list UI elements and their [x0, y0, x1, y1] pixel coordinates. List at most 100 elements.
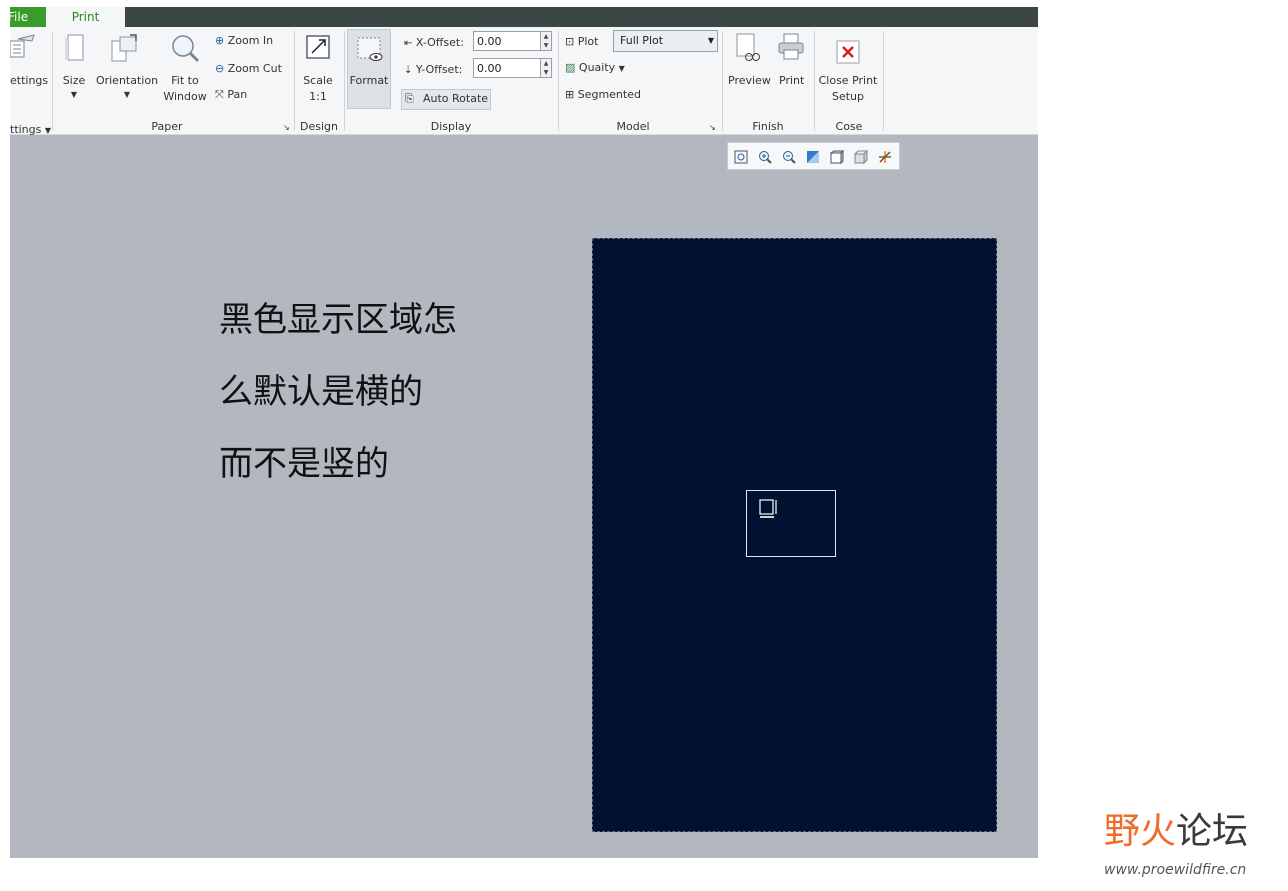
- fit-label-1: Fit to: [171, 74, 199, 87]
- model-group-launcher-icon[interactable]: ↘: [709, 120, 716, 136]
- annotation-text: 黑色显示区域怎 么默认是横的 而不是竖的: [219, 284, 457, 500]
- dropdown-arrow-icon: ▼: [44, 126, 52, 135]
- scale-icon[interactable]: [306, 33, 332, 65]
- annotation-line-2: 么默认是横的: [219, 372, 423, 412]
- separator: [344, 31, 345, 131]
- plot-text: Plot: [577, 35, 599, 48]
- separator: [814, 31, 815, 131]
- named-views-icon[interactable]: [853, 149, 869, 165]
- fit-to-window-button[interactable]: Fit to Window: [160, 73, 210, 105]
- view-toolbar: [727, 142, 900, 170]
- x-offset-icon: ⇤: [404, 38, 413, 49]
- quality-button[interactable]: ▨ Quaity ▼: [565, 60, 625, 77]
- watermark: 野火论坛 www.proewildfire.cn: [1100, 806, 1288, 886]
- size-dropdown-icon: ▼: [70, 90, 78, 99]
- auto-rotate-label: Auto Rotate: [423, 92, 489, 105]
- separator: [294, 31, 295, 131]
- close-icon[interactable]: [836, 40, 860, 68]
- zoom-in-icon[interactable]: [758, 149, 772, 164]
- format-icon: [356, 36, 384, 68]
- plot-select-value: Full Plot: [620, 34, 664, 47]
- design-group-label: Design: [300, 120, 338, 133]
- separator: [558, 31, 559, 131]
- x-offset-spinner[interactable]: ▲ ▼: [540, 31, 552, 51]
- paper-size-icon[interactable]: [64, 33, 86, 67]
- zoom-in-icon: ⊕: [215, 34, 225, 47]
- preview-label[interactable]: Preview: [728, 73, 771, 89]
- spin-center-icon[interactable]: [878, 149, 892, 163]
- close-group-label: Cose: [835, 120, 863, 133]
- zoom-out-icon[interactable]: [782, 149, 796, 164]
- plot-label: ⊡ Plot: [565, 34, 598, 50]
- quality-label: Quaity: [578, 61, 616, 74]
- auto-rotate-button[interactable]: ⎘ Auto Rotate: [401, 89, 491, 110]
- tab-print[interactable]: Print: [46, 7, 125, 27]
- zoom-out-button[interactable]: ⊖ Zoom Cut: [215, 61, 282, 77]
- auto-rotate-icon: ⎘: [405, 92, 414, 105]
- orientation-dropdown-icon: ▼: [123, 90, 131, 99]
- model-extent-box: [746, 490, 836, 557]
- paper-group-label: Paper: [151, 120, 183, 133]
- segmented-label: Segmented: [577, 88, 641, 101]
- y-offset-input[interactable]: 0.00: [473, 58, 541, 78]
- orientation-icon[interactable]: [110, 33, 140, 67]
- ribbon: ettings ttings ▼ Size ▼ Orientation ▼ Fi…: [10, 27, 1038, 136]
- format-button[interactable]: Format: [347, 29, 391, 109]
- size-button[interactable]: Size ▼: [60, 73, 88, 101]
- scale-button[interactable]: Scale 1:1: [298, 73, 338, 105]
- scale-label-2: 1:1: [309, 90, 327, 103]
- close-print-setup-button[interactable]: Close Print Setup: [816, 73, 880, 105]
- print-label[interactable]: Print: [779, 73, 804, 89]
- segmented-icon: ⊞: [565, 88, 575, 101]
- y-offset-icon: ⇣: [404, 65, 413, 76]
- zoom-fit-icon[interactable]: [734, 149, 748, 164]
- print-preview-window: File Print ettings ttings ▼ Size ▼ Orien…: [10, 7, 1038, 858]
- fit-label-2: Window: [163, 90, 207, 103]
- quality-dropdown-icon: ▼: [618, 64, 625, 73]
- watermark-url: www.proewildfire.cn: [1104, 862, 1247, 878]
- zoom-out-label: Zoom Cut: [227, 62, 282, 75]
- pan-button[interactable]: ⤧ Pan: [215, 87, 247, 103]
- settings-group-label[interactable]: ttings ▼: [10, 122, 51, 139]
- model-group-label: Model: [616, 120, 650, 133]
- paper-group-launcher-icon[interactable]: ↘: [283, 120, 290, 136]
- y-offset-spinner[interactable]: ▲ ▼: [540, 58, 552, 78]
- zoom-in-button[interactable]: ⊕ Zoom In: [215, 33, 273, 49]
- annotation-line-1: 黑色显示区域怎: [219, 300, 457, 340]
- close-label-2: Setup: [831, 90, 865, 103]
- plot-select-arrow-icon: ▼: [707, 36, 714, 45]
- model-glyph-icon: [759, 499, 777, 518]
- finish-group-label: Finish: [752, 120, 784, 133]
- pan-label: Pan: [227, 88, 248, 101]
- y-offset-text: Y-Offset:: [415, 63, 463, 76]
- segmented-button[interactable]: ⊞ Segmented: [565, 87, 641, 103]
- watermark-title: 野火论坛: [1104, 806, 1248, 858]
- preview-icon[interactable]: [735, 33, 761, 67]
- x-offset-label: ⇤ X-Offset:: [404, 35, 464, 52]
- orientation-button[interactable]: Orientation ▼: [94, 73, 160, 101]
- watermark-title-part-2: 论坛: [1176, 811, 1249, 852]
- close-label-1: Close Print: [818, 74, 878, 87]
- annotation-line-3: 而不是竖的: [219, 444, 389, 484]
- settings-icon[interactable]: [10, 33, 36, 65]
- y-offset-label: ⇣ Y-Offset:: [404, 62, 462, 79]
- plot-preview-area[interactable]: [592, 238, 997, 832]
- quality-icon: ▨: [565, 61, 576, 74]
- size-label: Size: [62, 74, 86, 87]
- separator: [883, 31, 884, 131]
- zoom-out-icon: ⊖: [215, 62, 225, 75]
- scale-label-1: Scale: [303, 74, 333, 87]
- ribbon-tab-bar: File Print: [10, 7, 1038, 27]
- orientation-label: Orientation: [95, 74, 159, 87]
- separator: [52, 31, 53, 131]
- plot-select[interactable]: Full Plot ▼: [613, 30, 718, 52]
- fit-to-window-icon[interactable]: [170, 33, 200, 67]
- shading-icon[interactable]: [806, 149, 820, 163]
- x-offset-input[interactable]: 0.00: [473, 31, 541, 51]
- settings-button-label[interactable]: ettings: [10, 73, 48, 89]
- format-label: Format: [349, 74, 389, 87]
- watermark-title-part-1: 野火: [1104, 811, 1177, 852]
- printer-icon[interactable]: [777, 33, 805, 65]
- view-box-icon[interactable]: [829, 149, 845, 165]
- tab-file[interactable]: File: [10, 7, 46, 27]
